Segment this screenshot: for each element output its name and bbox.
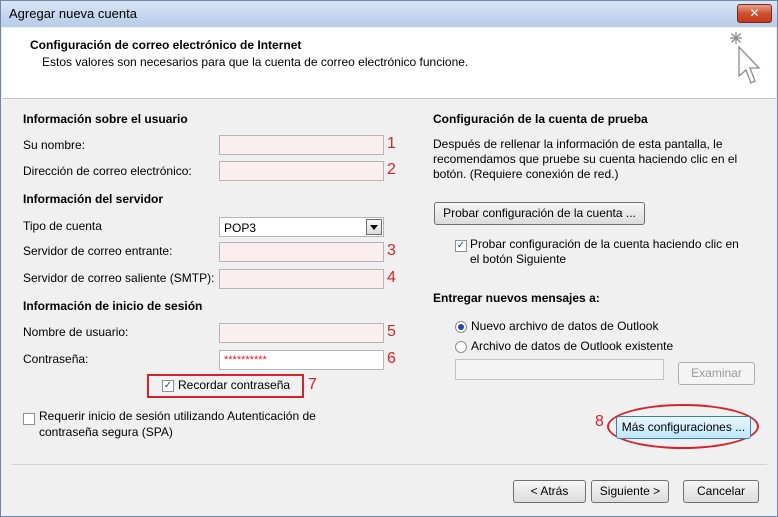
auto-test-label-line2: el botón Siguiente: [470, 252, 567, 266]
test-description-line1: Después de rellenar la información de es…: [433, 137, 723, 151]
footer-separator: [11, 464, 767, 465]
browse-button[interactable]: Examinar: [678, 362, 755, 385]
new-data-file-label: Nuevo archivo de datos de Outlook: [471, 319, 659, 333]
username-field[interactable]: [219, 323, 384, 343]
radio-selected-dot: [458, 324, 464, 330]
title-bar: Agregar nueva cuenta ✕: [1, 1, 777, 27]
existing-data-file-radio[interactable]: [455, 341, 467, 353]
password-mask: **********: [224, 354, 267, 366]
email-label: Dirección de correo electrónico:: [23, 164, 192, 178]
incoming-server-field[interactable]: [219, 242, 384, 262]
name-field[interactable]: [219, 135, 384, 155]
spa-label-line2: contraseña segura (SPA): [39, 425, 173, 439]
dialog-header: Configuración de correo electrónico de I…: [2, 28, 776, 99]
remember-password-checkbox[interactable]: ✓: [162, 380, 174, 392]
next-button[interactable]: Siguiente >: [591, 480, 669, 503]
close-icon: ✕: [749, 6, 760, 20]
delivery-heading: Entregar nuevos mensajes a:: [433, 291, 600, 305]
existing-data-file-label: Archivo de datos de Outlook existente: [471, 339, 674, 353]
account-type-select[interactable]: POP3: [219, 217, 384, 237]
auto-test-checkbox[interactable]: ✓: [455, 240, 467, 252]
test-description-line3: botón. (Requiere conexión de red.): [433, 167, 619, 181]
checkmark-icon: ✓: [163, 380, 173, 391]
name-label: Su nombre:: [23, 138, 86, 152]
annotation-4: 4: [387, 269, 396, 286]
remember-password-label: Recordar contraseña: [178, 378, 291, 392]
annotation-3: 3: [387, 242, 396, 259]
cursor-sparkle-icon: [730, 32, 761, 84]
account-type-label: Tipo de cuenta: [23, 219, 102, 233]
auto-test-label-line1: Probar configuración de la cuenta hacien…: [470, 237, 739, 251]
close-button[interactable]: ✕: [737, 4, 772, 23]
cancel-button[interactable]: Cancelar: [683, 480, 759, 503]
annotation-6: 6: [387, 350, 396, 367]
header-subtitle: Estos valores son necesarios para que la…: [42, 55, 469, 69]
back-button[interactable]: < Atrás: [513, 480, 586, 503]
test-account-settings-button[interactable]: Probar configuración de la cuenta ...: [434, 202, 645, 225]
test-description-line2: recomendamos que pruebe su cuenta hacien…: [433, 152, 738, 166]
login-info-heading: Información de inicio de sesión: [23, 299, 203, 313]
annotation-8: 8: [595, 413, 604, 430]
new-data-file-radio[interactable]: [455, 321, 467, 333]
annotation-1: 1: [387, 135, 396, 152]
password-field[interactable]: **********: [219, 350, 384, 370]
account-type-value: POP3: [224, 221, 257, 235]
outgoing-server-label: Servidor de correo saliente (SMTP):: [23, 271, 215, 285]
outgoing-server-field[interactable]: [219, 269, 384, 289]
annotation-5: 5: [387, 323, 396, 340]
password-label: Contraseña:: [23, 352, 89, 366]
window-title: Agregar nueva cuenta: [9, 6, 137, 21]
test-settings-heading: Configuración de la cuenta de prueba: [433, 112, 648, 126]
username-label: Nombre de usuario:: [23, 325, 129, 339]
user-info-heading: Información sobre el usuario: [23, 112, 188, 126]
chevron-down-icon: [370, 225, 378, 230]
header-title: Configuración de correo electrónico de I…: [30, 38, 302, 52]
dropdown-button[interactable]: [366, 219, 382, 235]
add-account-dialog: Agregar nueva cuenta ✕ Configuración de …: [0, 0, 778, 517]
annotation-2: 2: [387, 161, 396, 178]
data-file-path-field[interactable]: [455, 359, 664, 380]
more-settings-button[interactable]: Más configuraciones ...: [616, 416, 751, 439]
annotation-7: 7: [308, 376, 317, 393]
spa-label-line1: Requerir inicio de sesión utilizando Aut…: [39, 409, 316, 423]
server-info-heading: Información del servidor: [23, 192, 164, 206]
checkmark-icon: ✓: [456, 240, 466, 251]
incoming-server-label: Servidor de correo entrante:: [23, 244, 173, 258]
spa-checkbox[interactable]: [23, 413, 35, 425]
email-field[interactable]: [219, 161, 384, 181]
